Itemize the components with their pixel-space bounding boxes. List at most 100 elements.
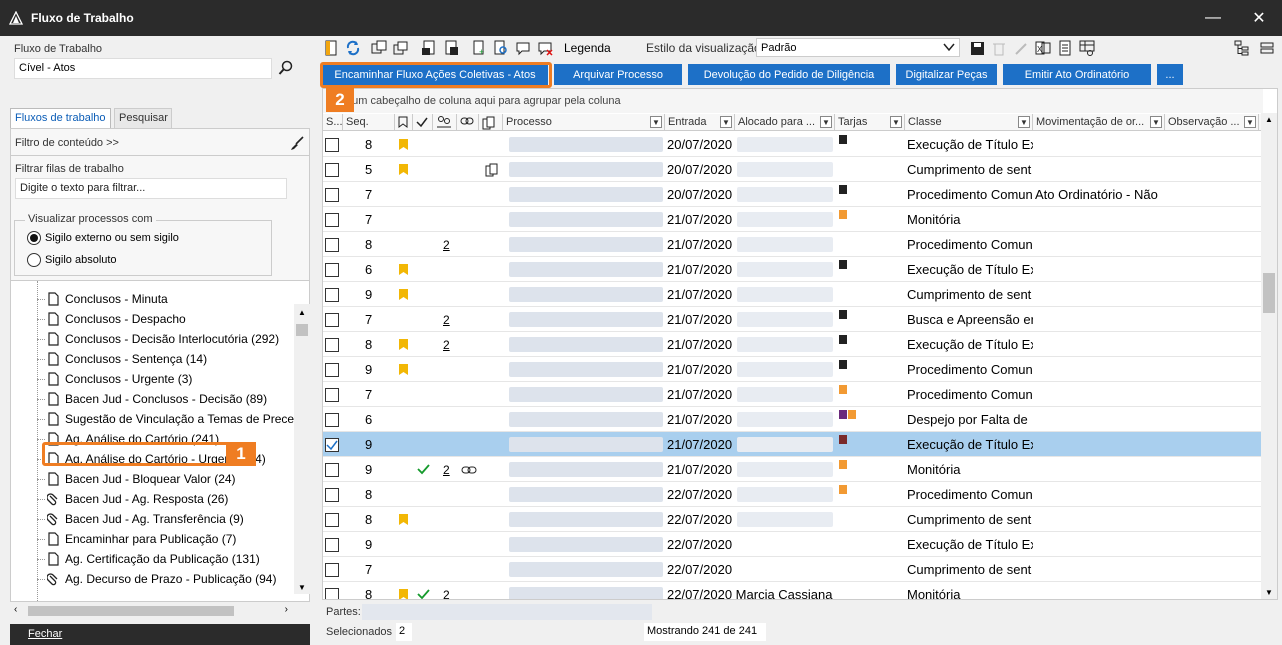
document-icon[interactable]	[1056, 39, 1074, 57]
table-row[interactable]: 8 22/07/2020 Procedimento Comun	[323, 482, 1263, 507]
tree-horizontal-scrollbar[interactable]: ‹ ›	[10, 602, 310, 620]
radio-sigilo-absoluto[interactable]: Sigilo absoluto	[27, 253, 117, 267]
row-checkbox[interactable]	[325, 457, 343, 482]
filter-dropdown-icon[interactable]: ▼	[650, 116, 662, 128]
table-row[interactable]: 8 2 22/07/2020 Marcia Cassiana Monitória	[323, 582, 1263, 600]
count-link[interactable]: 2	[443, 307, 457, 332]
count-link[interactable]: 2	[443, 457, 457, 482]
table-row[interactable]: 6 21/07/2020 Execução de Título Ex	[323, 257, 1263, 282]
count-link[interactable]: 2	[443, 582, 457, 600]
tree-item[interactable]: Conclusos - Sentença (14)	[47, 349, 207, 369]
column-header[interactable]: Seq.	[343, 114, 395, 131]
column-header[interactable]: Observação ... ▼	[1165, 114, 1259, 131]
close-window-button[interactable]: ✕	[1236, 0, 1282, 36]
column-header[interactable]: Processo ▼	[503, 114, 665, 131]
tree-item[interactable]: Bacen Jud - Bloquear Valor (24)	[47, 469, 236, 489]
column-header-users[interactable]	[433, 114, 457, 131]
grid-vertical-scrollbar[interactable]: ▲ ▼	[1261, 113, 1277, 599]
column-header[interactable]: Entrada ▼	[665, 114, 735, 131]
table-row[interactable]: 7 2 21/07/2020 Busca e Apreensão er	[323, 307, 1263, 332]
excel-icon[interactable]: X	[1034, 39, 1052, 57]
tree-item[interactable]: Conclusos - Decisão Interlocutória (292)	[47, 329, 279, 349]
tree-view-icon[interactable]	[1234, 40, 1250, 59]
row-checkbox[interactable]	[325, 307, 343, 332]
row-checkbox[interactable]	[325, 557, 343, 582]
close-button[interactable]: Fechar	[10, 624, 310, 645]
tree-item[interactable]: Encaminhar para Publicação (7)	[47, 529, 236, 549]
count-link[interactable]: 2	[443, 332, 457, 357]
delete-comment-icon[interactable]	[536, 39, 554, 57]
column-header[interactable]: Movimentação de or... ▼	[1033, 114, 1165, 131]
table-row[interactable]: 9 2 21/07/2020 Monitória	[323, 457, 1263, 482]
table-row[interactable]: 7 20/07/2020 Procedimento Comun Ato Ordinat…	[323, 182, 1263, 207]
digitize-pieces-button[interactable]: Digitalizar Peças	[896, 64, 997, 85]
row-checkbox[interactable]	[325, 582, 343, 599]
issue-ordinatory-act-button[interactable]: Emitir Ato Ordinatório	[1003, 64, 1151, 85]
tree-item[interactable]: Conclusos - Urgente (3)	[47, 369, 192, 389]
copy-icon[interactable]	[370, 39, 388, 57]
column-header-bookmark[interactable]	[395, 114, 413, 131]
row-checkbox[interactable]	[325, 332, 343, 357]
row-checkbox[interactable]	[325, 407, 343, 432]
tab-pesquisar[interactable]: Pesquisar	[114, 108, 172, 128]
search-icon[interactable]	[278, 60, 296, 78]
tree-item[interactable]: Conclusos - Despacho	[47, 309, 186, 329]
count-link[interactable]: 2	[443, 232, 457, 257]
column-header[interactable]: S...	[323, 114, 343, 131]
table-row[interactable]: 7 22/07/2020 Cumprimento de sent	[323, 557, 1263, 582]
row-checkbox[interactable]	[325, 282, 343, 307]
content-filter-toggle[interactable]: Filtro de conteúdo >>	[15, 137, 119, 149]
tree-item[interactable]: Conclusos - Minuta	[47, 289, 168, 309]
filter-dropdown-icon[interactable]: ▼	[1150, 116, 1162, 128]
lock-doc-icon[interactable]	[420, 39, 438, 57]
row-checkbox[interactable]	[325, 182, 343, 207]
radio-sigilo-externo[interactable]: Sigilo externo ou sem sigilo	[27, 231, 179, 245]
row-checkbox[interactable]	[325, 357, 343, 382]
table-row[interactable]: 8 2 21/07/2020 Execução de Título Ex	[323, 332, 1263, 357]
table-row[interactable]: 5 20/07/2020 Cumprimento de sent	[323, 157, 1263, 182]
column-header-documents[interactable]	[479, 114, 503, 131]
collapse-all-icon[interactable]	[1260, 41, 1274, 58]
tree-item[interactable]: Bacen Jud - Ag. Transferência (9)	[47, 509, 244, 529]
row-checkbox[interactable]	[325, 232, 343, 257]
tree-item[interactable]: Bacen Jud - Ag. Resposta (26)	[47, 489, 228, 509]
row-checkbox[interactable]	[325, 132, 343, 157]
row-checkbox[interactable]	[325, 207, 343, 232]
row-checkbox[interactable]	[325, 507, 343, 532]
table-row[interactable]: 9 22/07/2020 Execução de Título Ex	[323, 532, 1263, 557]
windows-icon[interactable]	[392, 39, 410, 57]
tree-item[interactable]: Bacen Jud - Conclusos - Decisão (89)	[47, 389, 267, 409]
row-checkbox[interactable]	[325, 382, 343, 407]
filter-queues-input[interactable]: Digite o texto para filtrar...	[15, 178, 287, 199]
comment-icon[interactable]	[514, 39, 532, 57]
minimize-button[interactable]: —	[1190, 0, 1236, 36]
filter-dropdown-icon[interactable]: ▼	[720, 116, 732, 128]
tree-item[interactable]: Ag. Certificação da Publicação (131)	[47, 549, 260, 569]
column-header[interactable]: Alocado para ... ▼	[735, 114, 835, 131]
filter-dropdown-icon[interactable]: ▼	[890, 116, 902, 128]
row-checkbox[interactable]	[325, 432, 343, 457]
filter-dropdown-icon[interactable]: ▼	[1018, 116, 1030, 128]
column-header[interactable]: Classe ▼	[905, 114, 1033, 131]
workflow-input[interactable]: Cível - Atos	[14, 58, 272, 79]
row-checkbox[interactable]	[325, 532, 343, 557]
more-actions-button[interactable]: ...	[1157, 64, 1183, 85]
column-header-checkmark[interactable]	[413, 114, 433, 131]
row-checkbox[interactable]	[325, 482, 343, 507]
table-row[interactable]: 8 2 21/07/2020 Procedimento Comun	[323, 232, 1263, 257]
add-doc-icon[interactable]: +	[470, 39, 488, 57]
table-row[interactable]: 9 21/07/2020 Execução de Título Ex	[323, 432, 1263, 457]
brush-icon[interactable]	[289, 135, 305, 154]
filter-dropdown-icon[interactable]: ▼	[1244, 116, 1256, 128]
tree-item[interactable]: Sugestão de Vinculação a Temas de Preced	[47, 409, 301, 429]
archive-process-button[interactable]: Arquivar Processo	[554, 64, 682, 85]
column-header-link[interactable]	[457, 114, 479, 131]
table-row[interactable]: 9 21/07/2020 Procedimento Comun	[323, 357, 1263, 382]
table-row[interactable]: 8 20/07/2020 Execução de Título Ex	[323, 132, 1263, 157]
table-row[interactable]: 9 21/07/2020 Cumprimento de sent	[323, 282, 1263, 307]
table-row[interactable]: 7 21/07/2020 Procedimento Comun	[323, 382, 1263, 407]
table-row[interactable]: 7 21/07/2020 Monitória	[323, 207, 1263, 232]
table-row[interactable]: 8 22/07/2020 Cumprimento de sent	[323, 507, 1263, 532]
row-checkbox[interactable]	[325, 157, 343, 182]
column-header[interactable]: Tarjas ▼	[835, 114, 905, 131]
